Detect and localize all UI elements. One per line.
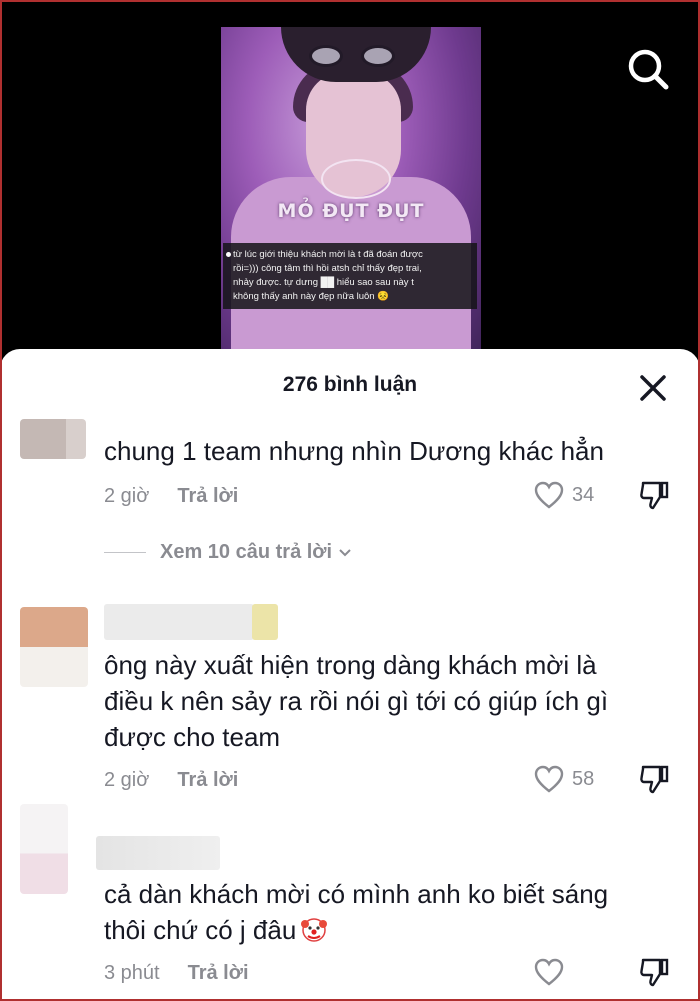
avatar[interactable] bbox=[20, 607, 88, 687]
caption-bullet bbox=[226, 252, 231, 257]
caption-line: rồi=))) công tâm thì hồi atsh chỉ thấy đ… bbox=[233, 263, 422, 274]
view-replies-label: Xem 10 câu trả lời bbox=[160, 541, 333, 563]
video-thumbnail[interactable]: MỎ ĐỤT ĐỤT từ lúc giới thiệu khách mời l… bbox=[221, 27, 481, 355]
comment-text: cả dàn khách mời có mình anh ko biết sán… bbox=[104, 876, 684, 948]
like-count: 34 bbox=[572, 483, 595, 506]
reply-button[interactable]: Trả lời bbox=[177, 485, 238, 507]
username-blurred bbox=[96, 836, 220, 870]
comment-line: cả dàn khách mời có mình anh ko biết sán… bbox=[104, 879, 609, 909]
comment-meta: 2 giờ Trả lời bbox=[104, 769, 238, 792]
like-count: 58 bbox=[572, 767, 595, 790]
chevron-down-icon bbox=[339, 548, 351, 556]
comments-count-title: 276 bình luận bbox=[282, 373, 418, 396]
video-caption-overlay: từ lúc giới thiệu khách mời là t đã đoán… bbox=[223, 243, 477, 309]
comment-line: thôi chứ có j đâu bbox=[104, 912, 684, 948]
like-button[interactable]: 58 bbox=[534, 765, 594, 793]
heart-icon bbox=[534, 765, 564, 793]
goggle-left bbox=[309, 45, 343, 67]
comments-sheet: 276 bình luận chung 1 team nhưng nhìn Dư… bbox=[0, 349, 700, 1001]
heart-icon bbox=[534, 481, 564, 509]
close-icon[interactable] bbox=[636, 371, 670, 405]
comment-time: 2 giờ bbox=[104, 485, 150, 507]
like-button[interactable] bbox=[534, 958, 564, 986]
like-button[interactable]: 34 bbox=[534, 481, 594, 509]
comment-meta: 3 phút Trả lời bbox=[104, 962, 249, 985]
heart-icon bbox=[534, 958, 564, 986]
caption-line: không thấy anh này đẹp nữa luôn 😣 bbox=[233, 291, 390, 302]
comment-time: 2 giờ bbox=[104, 769, 150, 791]
divider-line bbox=[104, 552, 146, 553]
caption-line: nhảy được. tự dưng ██ hiểu sao sau này t bbox=[233, 277, 414, 288]
clown-face-icon bbox=[301, 918, 328, 942]
dislike-icon[interactable] bbox=[638, 479, 670, 516]
avatar[interactable] bbox=[20, 804, 68, 894]
username-blurred bbox=[104, 604, 254, 640]
lips-logo bbox=[321, 159, 391, 199]
avatar[interactable] bbox=[20, 419, 86, 459]
comment-text: chung 1 team nhưng nhìn Dương khác hẳn bbox=[104, 436, 604, 466]
view-replies-button[interactable]: Xem 10 câu trả lời bbox=[104, 541, 352, 564]
channel-watermark: MỎ ĐỤT ĐỤT bbox=[277, 200, 425, 222]
comment-time: 3 phút bbox=[104, 962, 160, 984]
reply-button[interactable]: Trả lời bbox=[188, 962, 249, 984]
video-player[interactable]: MỎ ĐỤT ĐỤT từ lúc giới thiệu khách mời l… bbox=[0, 0, 700, 380]
thumbnail-hat bbox=[281, 27, 431, 82]
caption-line: từ lúc giới thiệu khách mời là t đã đoán… bbox=[233, 249, 423, 260]
reply-button[interactable]: Trả lời bbox=[177, 769, 238, 791]
comment-text: ông này xuất hiện trong dàng khách mời l… bbox=[104, 647, 684, 755]
dislike-icon[interactable] bbox=[638, 956, 670, 993]
comment-line: điều k nên sảy ra rồi nói gì tới có giúp… bbox=[104, 686, 609, 716]
search-icon[interactable] bbox=[624, 46, 672, 94]
comment-line-text: thôi chứ có j đâu bbox=[104, 915, 297, 945]
dislike-icon[interactable] bbox=[638, 763, 670, 800]
comment-meta: 2 giờ Trả lời bbox=[104, 485, 238, 508]
comment-line: ông này xuất hiện trong dàng khách mời l… bbox=[104, 650, 597, 680]
goggle-right bbox=[361, 45, 395, 67]
comment-line: được cho team bbox=[104, 722, 281, 752]
username-blurred bbox=[252, 604, 278, 640]
